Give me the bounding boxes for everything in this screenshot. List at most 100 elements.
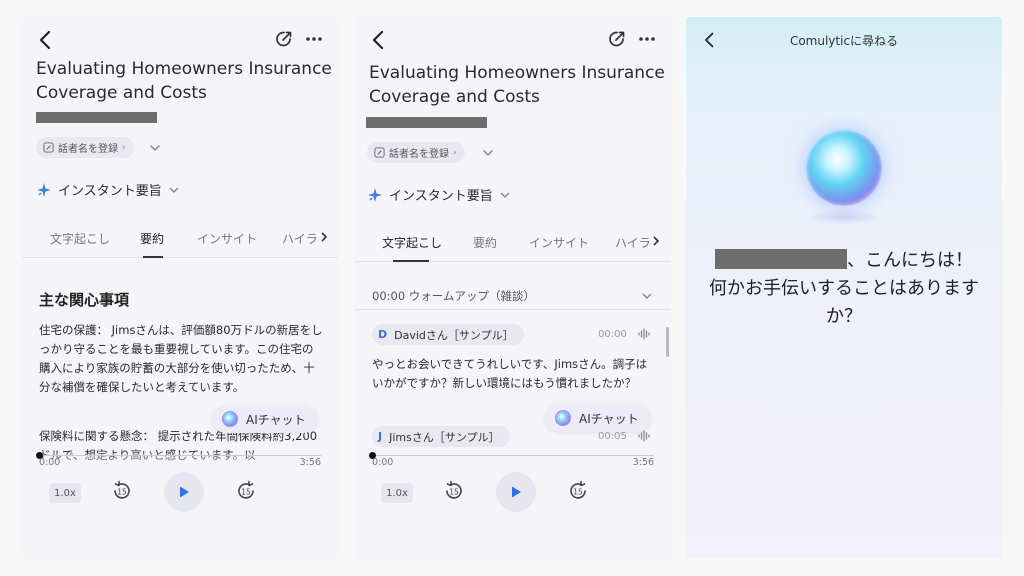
tab-insight[interactable]: インサイト	[529, 234, 589, 251]
instant-summary-label: インスタント要旨	[58, 184, 162, 199]
transcript-section-header[interactable]: 00:00 ウォームアップ（雑談）	[372, 285, 654, 307]
summary-paragraph: 住宅の保護： Jimsさんは、評価額80万ドルの新居をしっかり守ることを最も重要…	[39, 323, 323, 394]
waveform-icon[interactable]	[637, 429, 651, 443]
chevron-right-icon: ›	[122, 142, 126, 153]
instant-summary-dropdown[interactable]: インスタント要旨	[367, 185, 511, 204]
progress-track[interactable]	[36, 452, 321, 459]
audio-player: 0:00 3:56 1.0x 15 15	[355, 452, 671, 558]
skip-forward-label: 15	[241, 488, 251, 497]
skip-forward-15-icon[interactable]: 15	[234, 479, 258, 503]
chevron-right-icon[interactable]	[651, 235, 661, 247]
greeting-question: 何かお手伝いすることはありますか？	[709, 278, 979, 327]
tab-bar: 文字起こし 要約 インサイト ハイラ	[355, 222, 671, 262]
chevron-right-icon[interactable]	[319, 231, 329, 243]
sparkle-icon	[37, 182, 51, 197]
time-start: 0:00	[39, 457, 61, 468]
skip-back-15-icon[interactable]: 15	[442, 479, 466, 503]
speaker-tag-david[interactable]: D Davidさん［サンプル］	[372, 324, 524, 345]
edit-icon[interactable]	[607, 29, 627, 49]
chevron-down-icon	[169, 187, 179, 193]
redacted-date	[36, 112, 157, 123]
time-start: 0:00	[372, 457, 394, 468]
ai-orb-icon	[222, 411, 238, 427]
ai-chat-button[interactable]: AIチャット	[545, 404, 651, 432]
divider	[355, 309, 671, 310]
ai-orb-icon	[555, 410, 571, 426]
instant-summary-label: インスタント要旨	[389, 189, 493, 204]
pencil-icon	[374, 147, 385, 158]
chevron-down-icon[interactable]	[148, 141, 162, 155]
summary-screen: Evaluating Homeowners Insurance Coverage…	[22, 17, 338, 558]
tab-transcript[interactable]: 文字起こし	[382, 234, 442, 251]
time-end: 3:56	[299, 457, 321, 468]
pencil-icon	[43, 142, 54, 153]
segment-timecode: 00:00	[598, 329, 627, 340]
more-icon[interactable]	[635, 29, 659, 49]
skip-back-label: 15	[117, 488, 127, 497]
speaker-name: Jimsさん［サンプル］	[389, 430, 500, 444]
edit-icon[interactable]	[274, 29, 294, 49]
tab-bar: 文字起こし 要約 インサイト ハイラ	[22, 218, 338, 258]
tab-highlight[interactable]: ハイラ	[615, 234, 651, 251]
chevron-down-icon	[500, 192, 510, 198]
active-tab-indicator	[393, 260, 429, 262]
ai-orb-icon	[806, 130, 882, 206]
tab-insight[interactable]: インサイト	[197, 230, 257, 247]
chat-title: Comulyticに尋ねる	[789, 34, 899, 48]
tab-highlight[interactable]: ハイラ	[282, 230, 318, 247]
waveform-icon[interactable]	[637, 327, 651, 341]
speaker-initial: D	[378, 328, 388, 341]
back-icon[interactable]	[36, 29, 56, 51]
redacted-username	[715, 249, 847, 269]
play-button[interactable]	[164, 472, 204, 512]
chevron-right-icon: ›	[453, 147, 457, 158]
ai-chat-label: AIチャット	[579, 411, 639, 426]
transcript-screen: Evaluating Homeowners Insurance Coverage…	[355, 17, 671, 558]
back-icon[interactable]	[369, 29, 389, 51]
register-speaker-label: 話者名を登録	[58, 144, 118, 155]
section-label: 00:00 ウォームアップ（雑談）	[372, 289, 535, 303]
recording-title: Evaluating Homeowners Insurance Coverage…	[36, 59, 332, 103]
recording-title: Evaluating Homeowners Insurance Coverage…	[369, 63, 665, 107]
instant-summary-dropdown[interactable]: インスタント要旨	[36, 180, 180, 199]
register-speaker-chip[interactable]: 話者名を登録 ›	[367, 142, 465, 163]
scrollbar-thumb[interactable]	[666, 327, 669, 357]
ai-chat-button[interactable]: AIチャット	[212, 405, 318, 433]
top-bar	[355, 25, 671, 55]
active-tab-indicator	[143, 256, 163, 258]
chevron-down-icon	[642, 293, 652, 299]
sparkle-icon	[368, 187, 382, 202]
speed-button[interactable]: 1.0x	[381, 483, 413, 503]
tab-summary[interactable]: 要約	[473, 234, 497, 251]
chevron-down-icon[interactable]	[481, 146, 495, 160]
play-icon	[180, 486, 189, 498]
speaker-tag-jims[interactable]: J Jimsさん［サンプル］	[372, 426, 510, 447]
audio-player: 0:00 3:56 1.0x 15 15	[22, 452, 338, 558]
ai-chat-label: AIチャット	[246, 412, 306, 427]
skip-forward-15-icon[interactable]: 15	[566, 479, 590, 503]
skip-forward-label: 15	[573, 488, 583, 497]
section-heading: 主な関心事項	[39, 291, 130, 309]
segment-timecode: 00:05	[598, 431, 627, 442]
orb-shadow	[807, 209, 881, 225]
speaker-name: Davidさん［サンプル］	[394, 328, 514, 342]
skip-back-label: 15	[449, 488, 459, 497]
progress-track[interactable]	[369, 452, 654, 459]
speed-button[interactable]: 1.0x	[49, 483, 81, 503]
tab-summary[interactable]: 要約	[140, 230, 164, 247]
transcript-text: やっとお会いできてうれしいです、Jimsさん。調子はいかがですか？新しい環境には…	[372, 357, 648, 390]
play-button[interactable]	[496, 472, 536, 512]
register-speaker-label: 話者名を登録	[389, 149, 449, 160]
play-icon	[512, 486, 521, 498]
register-speaker-chip[interactable]: 話者名を登録 ›	[36, 137, 134, 158]
redacted-date	[366, 117, 487, 128]
skip-back-15-icon[interactable]: 15	[110, 479, 134, 503]
greeting-hello: 、こんにちは！	[847, 250, 973, 271]
more-icon[interactable]	[302, 29, 326, 49]
ai-chat-screen: Comulyticに尋ねる 、こんにちは！ 何かお手伝いすることはありますか？	[686, 17, 1002, 558]
tab-transcript[interactable]: 文字起こし	[50, 230, 110, 247]
speaker-initial: J	[378, 430, 383, 443]
time-end: 3:56	[632, 457, 654, 468]
greeting-message: 、こんにちは！ 何かお手伝いすることはありますか？	[698, 247, 990, 331]
top-bar	[22, 25, 338, 55]
